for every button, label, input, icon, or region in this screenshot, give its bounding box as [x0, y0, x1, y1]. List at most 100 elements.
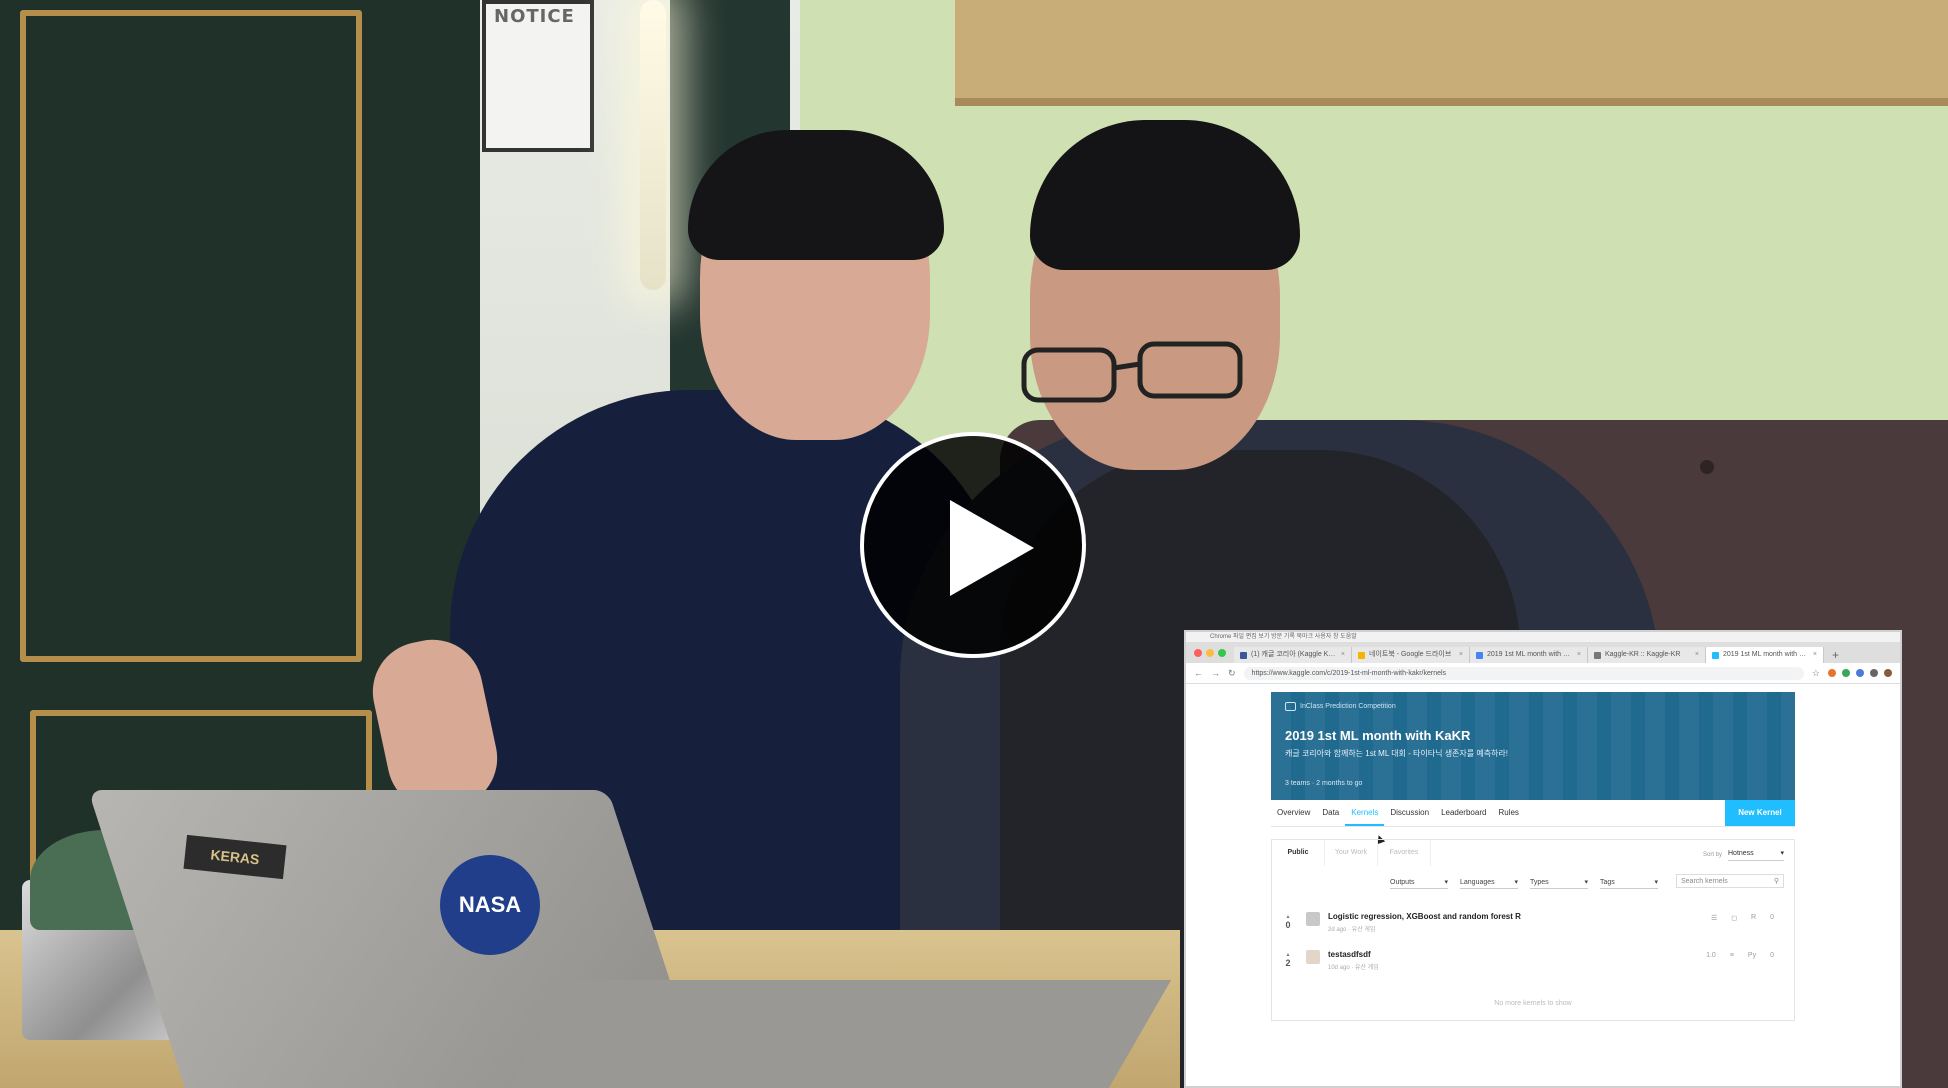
laptop-keyboard — [508, 980, 1172, 1088]
forward-arrow-icon[interactable]: → — [1211, 668, 1220, 678]
chevron-down-icon: ▾ — [1780, 850, 1784, 857]
filter-label: Types — [1530, 878, 1549, 886]
kernel-row[interactable]: ▲ 0 Logistic regression, XGBoost and rand… — [1272, 906, 1794, 942]
browser-screenshot-inset: Chrome 파일 편집 보기 방문 기록 북마크 사용자 창 도움말 (1) … — [1184, 630, 1902, 1088]
mac-menubar: Chrome 파일 편집 보기 방문 기록 북마크 사용자 창 도움말 — [1186, 632, 1900, 643]
kernel-title[interactable]: testasdfsdf — [1328, 950, 1371, 959]
new-kernel-button[interactable]: New Kernel — [1725, 800, 1795, 826]
avatar — [1306, 950, 1320, 964]
tab-label: 2019 1st ML month with KaKR — [1723, 651, 1809, 658]
kernel-meta: 2d ago · 유산 게임 — [1328, 927, 1376, 933]
notebook-icon: ◻ — [1731, 915, 1738, 922]
door-panel-upper — [20, 10, 362, 662]
chevron-down-icon: ▾ — [1654, 879, 1658, 886]
profile-avatar-icon[interactable] — [1884, 669, 1892, 677]
subtab-favorites[interactable]: Favorites — [1378, 840, 1431, 866]
new-tab-button[interactable]: + — [1824, 647, 1847, 663]
filter-label: Tags — [1600, 878, 1615, 886]
search-icon: ⚲ — [1773, 878, 1779, 885]
competition-header: InClass Prediction Competition 2019 1st … — [1271, 692, 1795, 800]
back-arrow-icon[interactable]: ← — [1194, 668, 1203, 678]
tab-close-icon[interactable]: × — [1813, 647, 1817, 663]
tab-overview[interactable]: Overview — [1271, 800, 1316, 826]
tab-close-icon[interactable]: × — [1577, 647, 1581, 663]
nasa-sticker-text: NASA — [458, 892, 522, 917]
chevron-down-icon: ▾ — [1584, 879, 1588, 886]
empty-state-text: No more kernels to show — [1494, 1000, 1572, 1007]
browser-tab[interactable]: Kaggle-KR :: Kaggle-KR × — [1588, 647, 1706, 663]
search-kernels-input[interactable]: Search kernels ⚲ — [1676, 874, 1784, 888]
tab-rules[interactable]: Rules — [1492, 800, 1524, 826]
competition-type: InClass Prediction Competition — [1285, 702, 1396, 711]
kernel-title[interactable]: Logistic regression, XGBoost and random … — [1328, 912, 1521, 921]
filter-outputs[interactable]: Outputs ▾ — [1390, 876, 1448, 889]
notice-board: NOTICE — [482, 0, 594, 152]
competition-nav: Overview Data Kernels Discussion Leaderb… — [1271, 800, 1795, 827]
chevron-down-icon: ▾ — [1444, 879, 1448, 886]
play-button[interactable] — [860, 432, 1086, 658]
notice-text: NOTICE — [494, 6, 575, 27]
tistory-favicon-icon — [1594, 651, 1601, 659]
reload-icon[interactable]: ↻ — [1228, 668, 1236, 679]
tab-label: 2019 1st ML month with KaKR — [1487, 651, 1573, 658]
browser-tab-active[interactable]: 2019 1st ML month with KaKR × — [1706, 647, 1824, 663]
subtab-your-work[interactable]: Your Work — [1325, 840, 1378, 866]
tab-label: 네이트북 - Google 드라이브 — [1369, 651, 1452, 658]
extension-icon[interactable] — [1856, 669, 1864, 677]
close-window-icon[interactable] — [1194, 649, 1202, 657]
extension-icon[interactable] — [1828, 669, 1836, 677]
browser-tab[interactable]: 2019 1st ML month with KaKR × — [1470, 647, 1588, 663]
picture-frame — [955, 0, 1948, 106]
vote-number: 2 — [1285, 958, 1291, 968]
star-icon[interactable]: ☆ — [1812, 668, 1820, 679]
facebook-favicon-icon — [1240, 651, 1247, 659]
minimize-window-icon[interactable] — [1206, 649, 1214, 657]
tab-close-icon[interactable]: × — [1341, 647, 1345, 663]
script-icon: ≡ — [1729, 952, 1734, 959]
tab-discussion[interactable]: Discussion — [1384, 800, 1435, 826]
competition-type-icon — [1285, 702, 1296, 711]
filter-languages[interactable]: Languages ▾ — [1460, 876, 1518, 889]
url-field[interactable]: https://www.kaggle.com/c/2019-1st-ml-mon… — [1243, 666, 1804, 680]
drive-favicon-icon — [1358, 651, 1365, 659]
tab-leaderboard[interactable]: Leaderboard — [1435, 800, 1492, 826]
browser-tab[interactable]: (1) 캐글 코리아 (Kaggle Korea) × — [1234, 647, 1352, 663]
competition-subtitle: 캐글 코리아와 함께하는 1st ML 대회 - 타이타닉 생존자를 예측하라! — [1285, 749, 1509, 758]
tab-data[interactable]: Data — [1316, 800, 1345, 826]
comment-count: 0 — [1770, 952, 1774, 959]
sort-select[interactable]: Hotness ▾ — [1728, 848, 1784, 861]
filter-tags[interactable]: Tags ▾ — [1600, 876, 1658, 889]
vote-count[interactable]: ▲ 0 — [1282, 914, 1294, 930]
window-controls — [1194, 649, 1226, 657]
avatar — [1306, 912, 1320, 926]
filter-label: Languages — [1460, 878, 1495, 886]
tab-label: Kaggle-KR :: Kaggle-KR — [1605, 651, 1681, 658]
extension-icon[interactable] — [1870, 669, 1878, 677]
maximize-window-icon[interactable] — [1218, 649, 1226, 657]
browser-tab[interactable]: 네이트북 - Google 드라이브 × — [1352, 647, 1470, 663]
sort-value: Hotness — [1728, 850, 1754, 857]
vote-number: 0 — [1285, 920, 1291, 930]
kernel-subtabs: Public Your Work Favorites — [1272, 840, 1431, 866]
tab-close-icon[interactable]: × — [1459, 647, 1463, 663]
kernel-filters: Outputs ▾ Languages ▾ Types ▾ Tags ▾ — [1390, 876, 1658, 889]
tab-close-icon[interactable]: × — [1695, 647, 1699, 663]
subtab-public[interactable]: Public — [1272, 840, 1325, 866]
kaggle-favicon-icon — [1712, 651, 1719, 659]
kernel-icons: ☰ ◻ R 0 — [1711, 914, 1774, 922]
extension-icon[interactable] — [1842, 669, 1850, 677]
filter-types[interactable]: Types ▾ — [1530, 876, 1588, 889]
search-placeholder: Search kernels — [1681, 877, 1728, 885]
competition-type-label: InClass Prediction Competition — [1300, 703, 1396, 710]
kaggle-page: InClass Prediction Competition 2019 1st … — [1186, 684, 1900, 1084]
address-bar-row: ← → ↻ https://www.kaggle.com/c/2019-1st-… — [1186, 663, 1900, 684]
browser-tabstrip: (1) 캐글 코리아 (Kaggle Korea) × 네이트북 - Googl… — [1186, 643, 1900, 663]
tab-label: (1) 캐글 코리아 (Kaggle Korea) — [1251, 651, 1337, 658]
nasa-sticker: NASA — [440, 855, 540, 955]
version-badge: 1.0 — [1706, 952, 1716, 959]
kernel-row[interactable]: ▲ 2 testasdfsdf 10d ago · 유산 게임 1.0 ≡ Py … — [1272, 944, 1794, 980]
play-icon — [950, 500, 1034, 596]
tab-kernels[interactable]: Kernels — [1345, 800, 1385, 826]
language-badge: Py — [1747, 952, 1757, 959]
vote-count[interactable]: ▲ 2 — [1282, 952, 1294, 968]
